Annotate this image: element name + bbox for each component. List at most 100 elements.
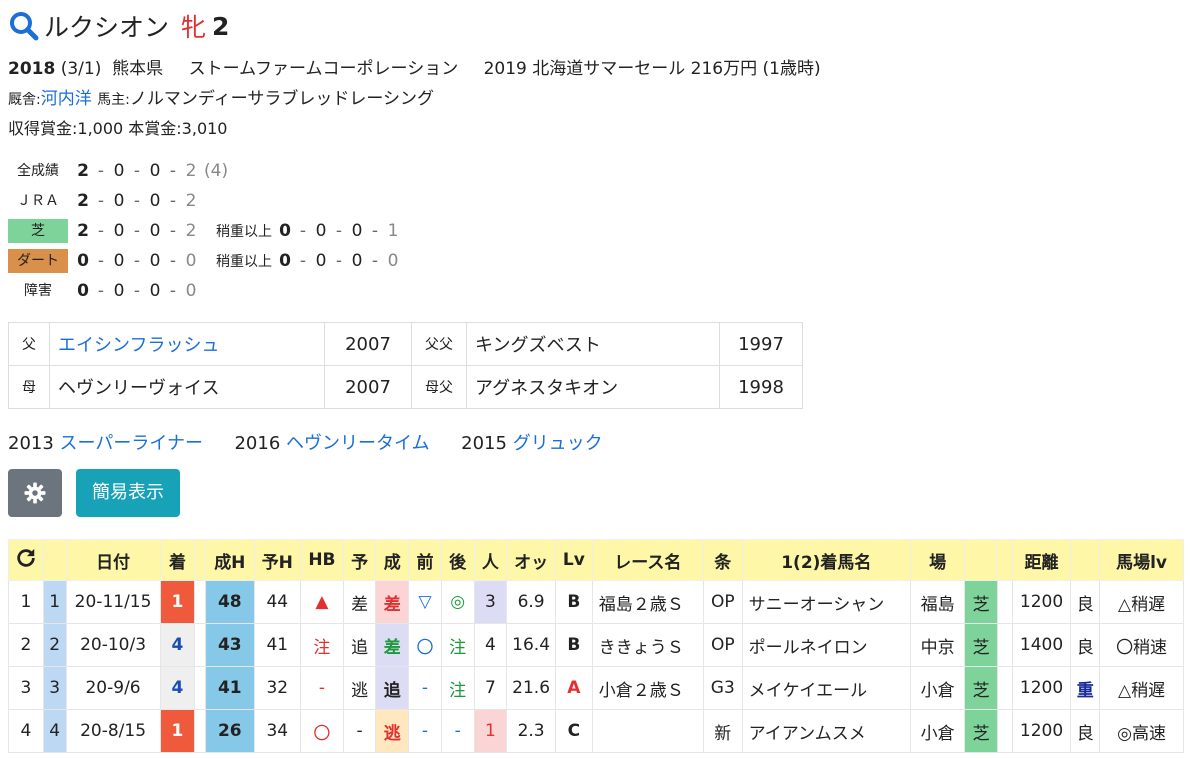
result-rating: 26: [205, 709, 255, 753]
owner-name: ノルマンディーサラブレッドレーシング: [129, 89, 434, 109]
col-header: [42, 539, 67, 581]
record-win: 0: [77, 281, 89, 301]
winner-name[interactable]: サニーオーシャン: [741, 580, 912, 624]
horse-page: ルクシオン 牝 2 2018 (3/1) 熊本県 ストームファームコーポレーショ…: [0, 0, 1192, 759]
col-header[interactable]: HB: [300, 539, 344, 581]
col-header[interactable]: 予H: [253, 539, 302, 581]
distance: 1200: [1011, 709, 1072, 753]
sub-third: 0: [351, 221, 363, 241]
venue: 中京: [910, 623, 966, 667]
refresh-button[interactable]: [8, 539, 44, 581]
winner-name[interactable]: ポールネイロン: [741, 623, 912, 667]
breeder: ストームファームコーポレーション: [188, 59, 459, 79]
winner-name[interactable]: メイケイエール: [741, 666, 912, 710]
race-row[interactable]: 3 3 20-9/6 4 41 32- 逃追 - 注 7 21.6 A 小倉２歳Ｓ G3 メイケイエール 小倉…: [8, 666, 1184, 710]
race-name[interactable]: [591, 709, 704, 753]
race-row[interactable]: 4 4 20-8/15 1 26 34 〇 - 逃 - -1 2.3 C 新アイアンムスメ 小倉芝 1200 良…: [8, 709, 1184, 753]
col-header[interactable]: Lv: [555, 539, 593, 581]
earnings: 収得賞金:1,000 本賞金:3,010: [8, 119, 228, 138]
simple-view-button[interactable]: 簡易表示: [76, 469, 180, 517]
siblings: 2013 スーパーライナー 2016 ヘヴンリータイム 2015 グリュック: [8, 429, 1184, 459]
col-header[interactable]: オッ: [506, 539, 556, 581]
record-steeple: 障害 0- 0- 0- 0: [8, 276, 1184, 306]
race-index: 2: [42, 623, 67, 667]
surface: 芝: [964, 580, 998, 624]
col-header[interactable]: 1(2)着馬名: [741, 539, 912, 581]
hb-mark: 注: [300, 623, 344, 667]
record-third: 0: [149, 281, 161, 301]
race-name[interactable]: 福島２歳Ｓ: [591, 580, 704, 624]
sibling-link[interactable]: グリュック: [513, 433, 603, 454]
race-level: C: [555, 709, 593, 753]
search-icon[interactable]: [8, 10, 40, 42]
col-header[interactable]: 馬場lv: [1099, 539, 1184, 581]
race-name[interactable]: ききょうＳ: [591, 623, 704, 667]
row-number: 2: [8, 623, 44, 667]
sibling-link[interactable]: ヘヴンリータイム: [286, 433, 430, 454]
spacer: [194, 709, 207, 753]
spacer: [996, 623, 1013, 667]
horse-name: ルクシオン: [44, 13, 170, 42]
race-name[interactable]: 小倉２歳Ｓ: [591, 666, 704, 710]
col-header[interactable]: 後: [440, 539, 475, 581]
col-header[interactable]: 予: [342, 539, 377, 581]
hb-mark: ▲: [300, 580, 344, 624]
spacer: [194, 623, 207, 667]
col-header[interactable]: 距離: [1011, 539, 1072, 581]
record-second: 0: [113, 221, 125, 241]
sire-link[interactable]: エイシンフラッシュ: [49, 322, 325, 366]
pedigree-label: 母: [8, 365, 50, 409]
pedigree-label: 父: [8, 322, 50, 366]
record-second: 0: [113, 161, 125, 181]
sire-year: 2007: [324, 322, 412, 366]
record-turf: 芝 2- 0- 0- 2 稍重以上 0- 0- 0- 1: [8, 216, 1184, 246]
col-header[interactable]: 成H: [205, 539, 255, 581]
race-date: 20-11/15: [65, 580, 161, 624]
sub-other: 0: [387, 251, 399, 271]
sibling-year: 2016: [234, 433, 281, 454]
sub-label: 稍重以上: [216, 254, 272, 270]
finish-position: 4: [159, 666, 196, 710]
race-row[interactable]: 2 2 20-10/3 4 43 41 注追差〇注 4 16.4 B ききょうＳ OP ポールネイロン中…: [8, 623, 1184, 667]
track-level: ◎高速: [1099, 709, 1184, 753]
col-header: [964, 539, 998, 581]
col-header[interactable]: 日付: [65, 539, 161, 581]
row-number: 4: [8, 709, 44, 753]
late-position: 注: [440, 623, 475, 667]
sub-second: 0: [315, 251, 327, 271]
distance: 1400: [1011, 623, 1072, 667]
record-dirt: ダート 0- 0- 0- 0 稍重以上 0- 0- 0- 0: [8, 246, 1184, 276]
gear-icon: [24, 482, 46, 504]
trainer-link[interactable]: 河内洋: [41, 89, 92, 109]
record-total: (4): [204, 161, 229, 181]
race-date: 20-10/3: [65, 623, 161, 667]
race-row[interactable]: 1 1 20-11/15 1 48 44 ▲ 差差 ▽ ◎ 3 6.9 B 福島２歳Ｓ OP サニーオーシャン…: [8, 580, 1184, 624]
sub-win: 0: [279, 251, 291, 271]
race-index: 1: [42, 580, 67, 624]
distance: 1200: [1011, 666, 1072, 710]
sibling-year: 2015: [461, 433, 507, 454]
col-header[interactable]: 条: [702, 539, 743, 581]
record-win: 2: [77, 161, 89, 181]
horse-age: 2: [212, 11, 230, 41]
winner-name[interactable]: アイアンムスメ: [741, 709, 912, 753]
record-win: 2: [77, 221, 89, 241]
actual-style: 逃: [375, 709, 410, 753]
settings-button[interactable]: [8, 469, 62, 517]
col-header[interactable]: 場: [910, 539, 966, 581]
odds: 2.3: [506, 709, 556, 753]
col-header[interactable]: 前: [408, 539, 442, 581]
col-header: [996, 539, 1013, 581]
popularity: 7: [473, 666, 508, 710]
surface: 芝: [964, 666, 998, 710]
record-second: 0: [113, 191, 125, 211]
col-header[interactable]: 着: [159, 539, 196, 581]
venue: 福島: [910, 580, 966, 624]
record-label: 芝: [8, 219, 68, 243]
col-header[interactable]: 成: [375, 539, 410, 581]
col-header[interactable]: 人: [473, 539, 508, 581]
record-jra: ＪＲＡ 2- 0- 0- 2: [8, 186, 1184, 216]
sibling-link[interactable]: スーパーライナー: [60, 433, 203, 454]
predicted-rating: 34: [253, 709, 302, 753]
col-header[interactable]: レース名: [591, 539, 704, 581]
